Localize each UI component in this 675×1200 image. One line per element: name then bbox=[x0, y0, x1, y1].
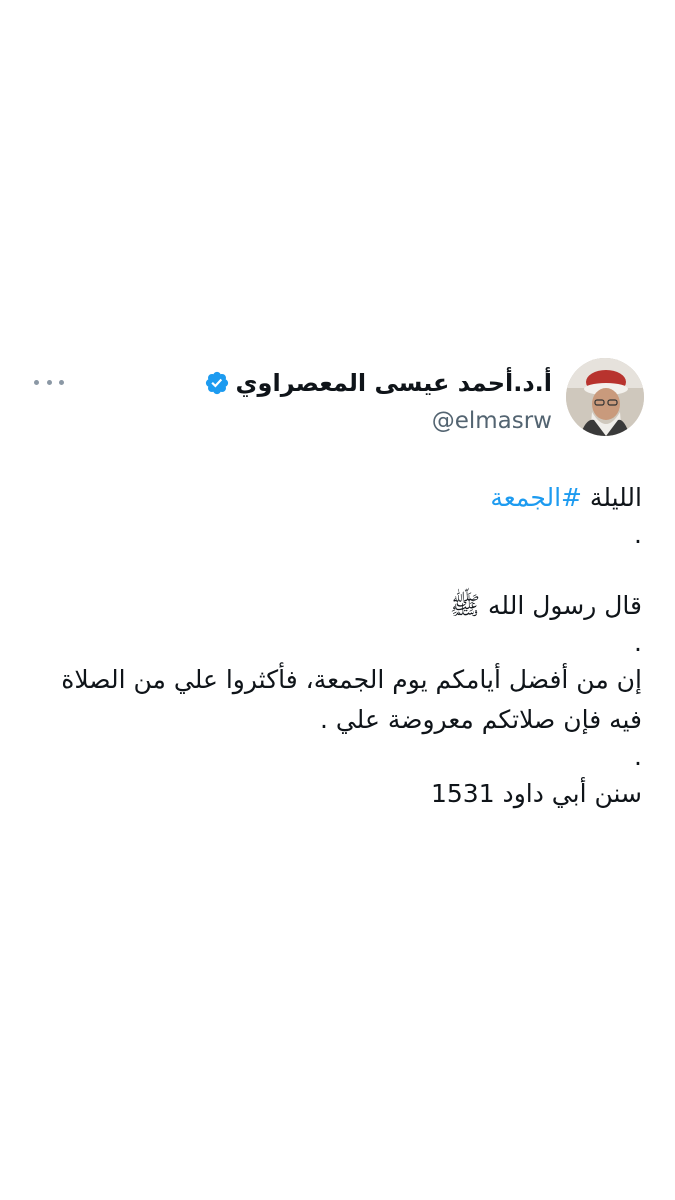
verified-badge-icon bbox=[204, 370, 230, 396]
tweet-text: الليلة #الجمعة . قال رسول الله ﷺ . إن من… bbox=[22, 478, 654, 814]
separator-dot: . bbox=[634, 628, 642, 657]
tweet-line-2: قال رسول الله ﷺ bbox=[449, 591, 642, 620]
author-display-name[interactable]: أ.د.أحمد عيسى المعصراوي bbox=[236, 369, 552, 397]
tweet-line-1: الليلة #الجمعة bbox=[34, 478, 642, 518]
tweet-line-3: إن من أفضل أيامكم يوم الجمعة، فأكثروا عل… bbox=[61, 665, 642, 694]
tweet-line-1-text: الليلة bbox=[581, 483, 642, 512]
avatar[interactable] bbox=[566, 358, 644, 436]
separator-dot: . bbox=[634, 742, 642, 771]
dot bbox=[46, 379, 52, 385]
more-options-icon[interactable] bbox=[34, 372, 64, 392]
hashtag-link[interactable]: #الجمعة bbox=[490, 483, 582, 512]
author-block: أ.د.أحمد عيسى المعصراوي @elmasrw bbox=[204, 366, 552, 434]
dot bbox=[59, 379, 64, 385]
tweet-line-4: فيه فإن صلاتكم معروضة علي . bbox=[319, 705, 642, 734]
tweet-header: أ.د.أحمد عيسى المعصراوي @elmasrw bbox=[22, 348, 654, 448]
author-handle[interactable]: @elmasrw bbox=[204, 408, 552, 434]
screen: أ.د.أحمد عيسى المعصراوي @elmasrw الليلة bbox=[0, 0, 675, 1200]
dot bbox=[34, 379, 39, 385]
tweet-line-5: سنن أبي داود 1531 bbox=[430, 779, 642, 808]
author-name-row: أ.د.أحمد عيسى المعصراوي bbox=[204, 366, 552, 400]
tweet-card[interactable]: أ.د.أحمد عيسى المعصراوي @elmasrw الليلة bbox=[22, 348, 654, 814]
separator-dot: . bbox=[634, 520, 642, 549]
avatar-image bbox=[566, 358, 644, 436]
